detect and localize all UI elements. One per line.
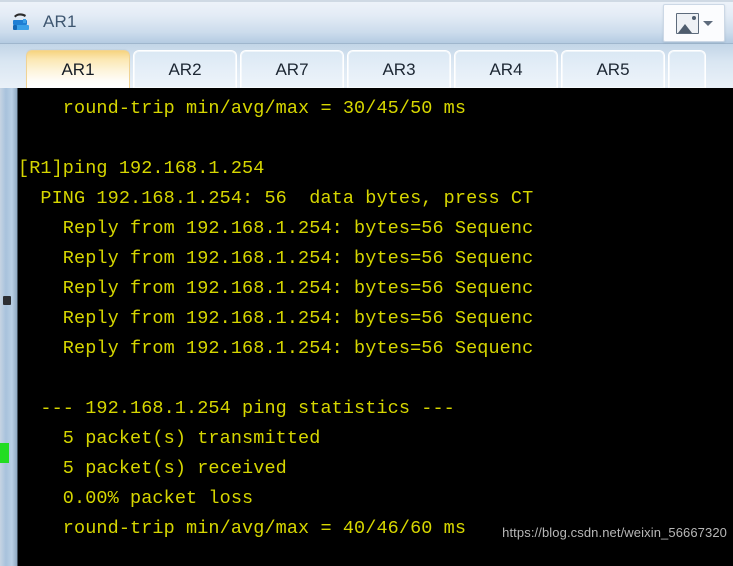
terminal-line: 5 packet(s) received [18,458,287,479]
terminal-line: --- 192.168.1.254 ping statistics --- [18,398,455,419]
tab-label: AR1 [61,59,95,79]
terminal-line: Reply from 192.168.1.254: bytes=56 Seque… [18,278,534,299]
watermark-text: https://blog.csdn.net/weixin_56667320 [502,525,727,540]
title-bar-left: AR1 [0,9,77,35]
scrollbar-notch[interactable] [3,296,11,305]
tab-ar7[interactable]: AR7 [240,50,344,88]
terminal-line: Reply from 192.168.1.254: bytes=56 Seque… [18,218,534,239]
picture-icon [675,12,699,34]
tab-label: AR2 [168,59,202,79]
terminal-line: Reply from 192.168.1.254: bytes=56 Seque… [18,308,534,329]
router-cli-window: AR1 AR1 AR2 AR7 AR3 AR4 AR5 round-trip m… [0,0,733,566]
router-icon [10,9,36,35]
terminal-line: Reply from 192.168.1.254: bytes=56 Seque… [18,338,534,359]
tab-ar3[interactable]: AR3 [347,50,451,88]
tab-ar4[interactable]: AR4 [454,50,558,88]
tab-label: AR5 [596,59,630,79]
tab-next-partial[interactable] [668,50,706,88]
tab-label: AR7 [275,59,309,79]
tab-ar5[interactable]: AR5 [561,50,665,88]
tab-ar1[interactable]: AR1 [26,50,130,88]
device-tab-bar[interactable]: AR1 AR2 AR7 AR3 AR4 AR5 [0,44,733,88]
terminal-line: round-trip min/avg/max = 30/45/50 ms [18,98,467,119]
terminal-line: PING 192.168.1.254: 56 data bytes, press… [18,188,534,209]
terminal-frame: round-trip min/avg/max = 30/45/50 ms [R1… [0,88,733,566]
terminal-line: Reply from 192.168.1.254: bytes=56 Seque… [18,248,534,269]
tab-label: AR4 [489,59,523,79]
tab-ar2[interactable]: AR2 [133,50,237,88]
title-bar: AR1 [0,0,733,44]
picture-capture-button[interactable] [663,4,725,42]
terminal-line: 5 packet(s) transmitted [18,428,321,449]
tab-label: AR3 [382,59,416,79]
window-title: AR1 [43,11,77,31]
terminal-output[interactable]: round-trip min/avg/max = 30/45/50 ms [R1… [18,88,733,566]
terminal-line: 0.00% packet loss [18,488,254,509]
terminal-line: [R1]ping 192.168.1.254 [18,158,265,179]
chevron-down-icon[interactable] [702,20,713,26]
scrollbar-activity-marker [0,443,9,463]
terminal-left-scrollbar[interactable] [0,88,18,566]
